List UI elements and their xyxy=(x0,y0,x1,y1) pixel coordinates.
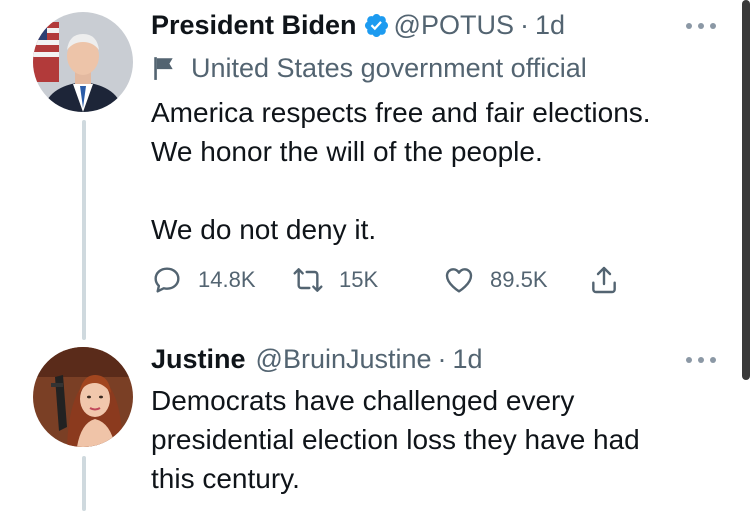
retweet-icon xyxy=(293,268,323,292)
tweet-header: Justine @BruinJustine · 1d xyxy=(151,343,483,375)
like-count: 89.5K xyxy=(490,267,548,292)
reply-icon xyxy=(154,267,180,293)
retweet-button[interactable]: 15K xyxy=(292,258,378,302)
tweet-actions: 14.8K 15K 89.5K xyxy=(151,258,631,302)
tweet-text-line: this century. xyxy=(151,463,300,494)
share-button[interactable] xyxy=(588,258,635,302)
tweet-text-line: Democrats have challenged every xyxy=(151,385,575,416)
more-icon[interactable] xyxy=(686,19,716,33)
handle[interactable]: @BruinJustine xyxy=(256,343,432,375)
avatar-image xyxy=(33,347,133,447)
tweet-text-line: America respects free and fair elections… xyxy=(151,97,651,128)
tweet-text-line: We do not deny it. xyxy=(151,214,377,245)
like-button[interactable]: 89.5K xyxy=(443,258,548,302)
reply-count: 14.8K xyxy=(198,267,256,292)
tweet-text: Democrats have challenged every presiden… xyxy=(151,381,640,498)
tweet-text-line: We honor the will of the people. xyxy=(151,136,543,167)
avatar[interactable] xyxy=(33,12,133,112)
verified-badge-icon xyxy=(363,12,390,39)
tweet-header: President Biden @POTUS · 1d xyxy=(151,9,565,41)
tweet-text-line xyxy=(151,171,651,210)
separator: · xyxy=(519,10,529,40)
more-icon[interactable] xyxy=(686,353,716,367)
flag-icon xyxy=(154,57,173,80)
avatar[interactable] xyxy=(33,347,133,447)
separator: · xyxy=(437,344,447,374)
display-name[interactable]: Justine xyxy=(151,343,246,375)
avatar-image xyxy=(33,12,133,112)
tweet-text: America respects free and fair elections… xyxy=(151,93,651,249)
handle[interactable]: @POTUS xyxy=(394,9,514,41)
heart-icon xyxy=(445,268,473,293)
reply-button[interactable]: 14.8K xyxy=(151,258,256,302)
timestamp[interactable]: 1d xyxy=(535,9,565,41)
thread-line-top xyxy=(82,120,86,340)
share-icon xyxy=(592,266,616,294)
government-label-text: United States government official xyxy=(191,53,587,83)
display-name[interactable]: President Biden xyxy=(151,9,357,41)
scrollbar[interactable] xyxy=(742,0,750,380)
thread-line-bottom xyxy=(82,456,86,511)
timestamp[interactable]: 1d xyxy=(453,343,483,375)
government-label: United States government official xyxy=(151,52,587,84)
retweet-count: 15K xyxy=(339,267,379,292)
tweet-text-line: presidential election loss they have had xyxy=(151,424,640,455)
